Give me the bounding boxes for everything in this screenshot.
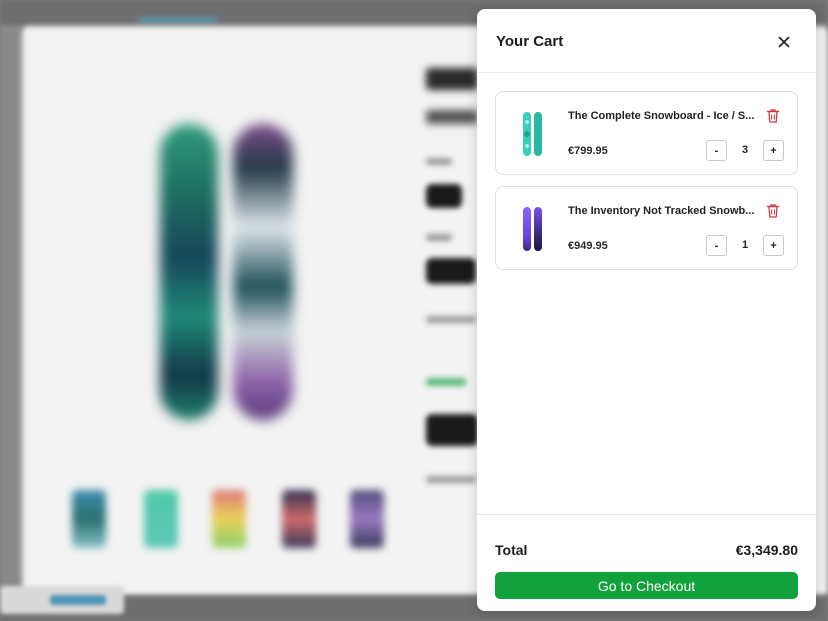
cart-header: Your Cart: [477, 9, 816, 73]
item-price: €949.95: [568, 240, 608, 252]
background-option: [426, 258, 476, 284]
item-name[interactable]: The Inventory Not Tracked Snowb...: [568, 205, 756, 217]
quantity-value: 3: [741, 144, 749, 156]
background-product-title: [426, 68, 478, 90]
cart-drawer: Your Cart The Complete Snowboard - Ice /…: [477, 9, 816, 611]
background-snowboard-image: [233, 124, 293, 420]
cart-footer: Total €3,349.80 Go to Checkout: [477, 514, 816, 611]
decrease-quantity-button[interactable]: -: [706, 235, 727, 256]
product-thumbnail: [510, 106, 556, 160]
background-snowboard-image: [160, 124, 218, 420]
total-value: €3,349.80: [735, 542, 798, 558]
background-add-to-cart: [426, 414, 478, 446]
background-label: [426, 234, 452, 241]
remove-item-button[interactable]: [766, 108, 780, 124]
background-label: [426, 158, 452, 165]
close-icon: [778, 36, 790, 48]
item-name[interactable]: The Complete Snowboard - Ice / S...: [568, 110, 756, 122]
cart-title: Your Cart: [496, 33, 564, 50]
cart-item: The Inventory Not Tracked Snowb... €949.…: [495, 186, 798, 270]
cart-item: The Complete Snowboard - Ice / S... €799…: [495, 91, 798, 175]
background-label: [426, 316, 476, 323]
background-thumbnail: [282, 490, 316, 548]
increase-quantity-button[interactable]: +: [763, 235, 784, 256]
background-product-price: [426, 110, 478, 124]
total-label: Total: [495, 542, 528, 558]
remove-item-button[interactable]: [766, 203, 780, 219]
background-option: [426, 184, 462, 208]
trash-icon: [766, 204, 780, 218]
product-thumbnail: [510, 201, 556, 255]
background-thumbnail: [350, 490, 384, 548]
background-thumbnail: [72, 490, 106, 548]
background-badge: [0, 586, 124, 614]
quantity-value: 1: [741, 239, 749, 251]
checkout-button[interactable]: Go to Checkout: [495, 572, 798, 599]
decrease-quantity-button[interactable]: -: [706, 140, 727, 161]
item-price: €799.95: [568, 145, 608, 157]
background-stock-status: [426, 378, 466, 386]
close-button[interactable]: [773, 31, 795, 53]
background-edge: [0, 26, 22, 596]
background-thumbnail: [144, 490, 178, 548]
trash-icon: [766, 109, 780, 123]
background-label: [426, 476, 476, 483]
increase-quantity-button[interactable]: +: [763, 140, 784, 161]
background-thumbnail: [212, 490, 246, 548]
